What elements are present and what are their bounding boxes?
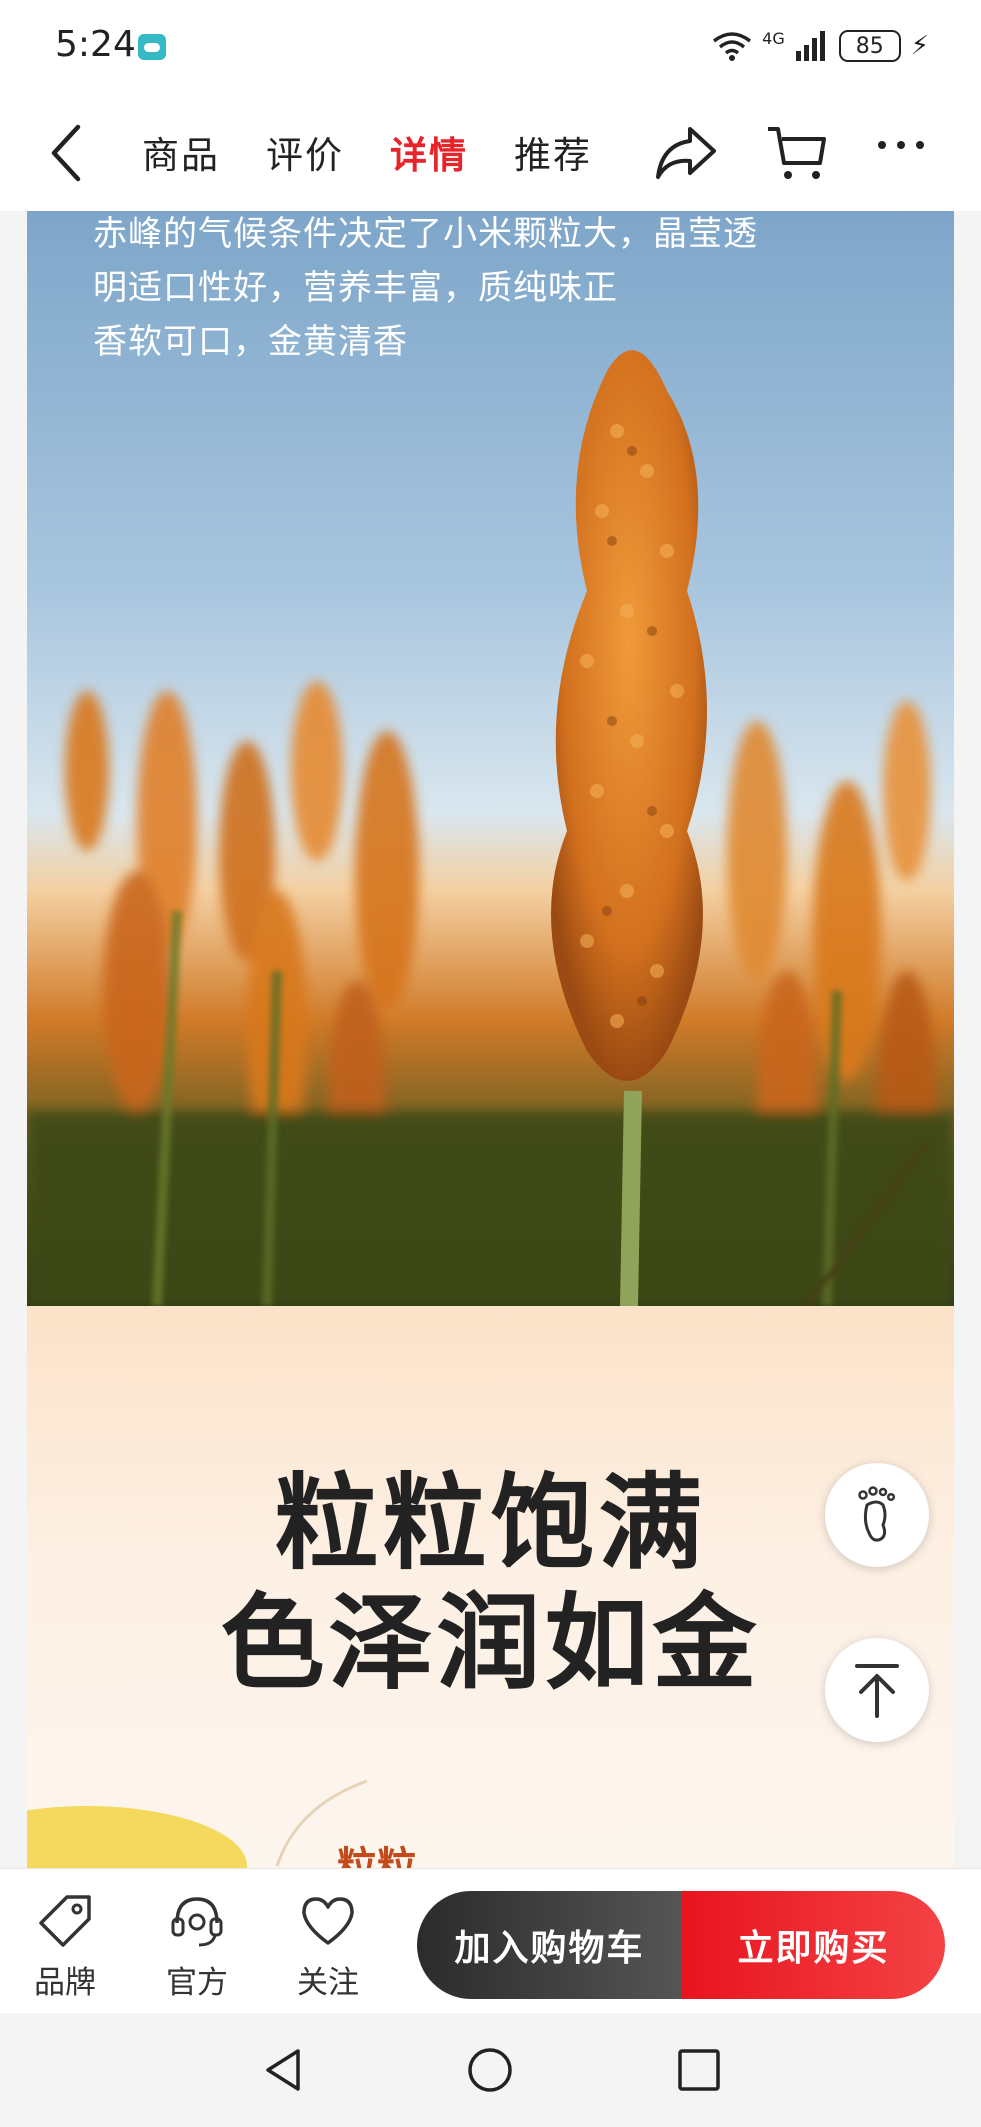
brand-button[interactable]: 品牌 — [20, 1891, 110, 2002]
top-navigation: 商品 评价 详情 推荐 — [0, 95, 981, 211]
buy-now-button[interactable]: 立即购买 — [682, 1891, 945, 1999]
system-recents-icon[interactable] — [674, 2045, 724, 2095]
more-button[interactable] — [876, 135, 926, 159]
product-description: 赤峰的气候条件决定了小米颗粒大，晶莹透 明适口性好，营养丰富，质纯味正 香软可口… — [93, 211, 893, 369]
wifi-icon — [713, 32, 752, 61]
description-line: 赤峰的气候条件决定了小米颗粒大，晶莹透 — [93, 214, 758, 254]
back-button[interactable] — [44, 121, 88, 189]
signal-icon — [795, 31, 825, 61]
heart-icon — [302, 1897, 354, 1945]
slogan-panel: 粒粒饱满 色泽润如金 粒粒 — [27, 1306, 954, 1868]
footprint-button[interactable] — [825, 1463, 929, 1567]
status-bar: 5:24 4G 85 ⚡ — [0, 0, 981, 95]
tab-details[interactable]: 详情 — [390, 125, 468, 179]
tab-recommend[interactable]: 推荐 — [514, 125, 592, 179]
status-icons: 4G 85 ⚡ — [712, 24, 929, 68]
brand-label: 品牌 — [34, 1965, 96, 2001]
cart-button[interactable] — [766, 123, 830, 187]
product-detail-page: 5:24 4G 85 ⚡ 商品 评价 详情 推荐 赤峰的气候条件决定了小米颗粒大… — [0, 0, 981, 2127]
system-back-icon[interactable] — [258, 2045, 308, 2095]
bottom-action-bar: 品牌 官方 关注 加入购物车 立即购买 — [0, 1868, 981, 2013]
more-icon — [878, 141, 924, 149]
back-to-top-icon — [855, 1664, 899, 1718]
tag-icon — [39, 1895, 91, 1947]
follow-button[interactable]: 关注 — [283, 1891, 373, 2002]
grain-decoration — [27, 1779, 368, 1868]
description-line: 明适口性好，营养丰富，质纯味正 — [93, 268, 618, 308]
product-detail-image: 赤峰的气候条件决定了小米颗粒大，晶莹透 明适口性好，营养丰富，质纯味正 香软可口… — [27, 211, 954, 1306]
charging-icon: ⚡ — [910, 31, 929, 61]
back-to-top-button[interactable] — [825, 1638, 929, 1742]
description-line: 香软可口，金黄清香 — [93, 322, 408, 362]
status-time: 5:24 — [55, 24, 136, 65]
footprint-icon — [858, 1486, 896, 1542]
battery-indicator: 85 — [838, 30, 901, 62]
system-home-icon[interactable] — [465, 2045, 515, 2095]
system-navigation-bar — [0, 2013, 981, 2127]
follow-label: 关注 — [297, 1965, 359, 2001]
chevron-left-icon — [51, 124, 81, 182]
tab-product[interactable]: 商品 — [142, 125, 220, 179]
share-button[interactable] — [654, 123, 718, 187]
nav-tabs: 商品 评价 详情 推荐 — [142, 125, 592, 179]
next-section-title: 粒粒 — [337, 1844, 417, 1868]
share-icon — [656, 127, 716, 179]
headset-icon — [171, 1897, 223, 1947]
cart-icon — [768, 127, 826, 179]
weather-app-icon — [138, 34, 166, 60]
tab-reviews[interactable]: 评价 — [266, 125, 344, 179]
official-label: 官方 — [166, 1965, 228, 2001]
millet-field-illustration — [27, 350, 954, 1306]
network-type: 4G — [762, 28, 785, 48]
add-to-cart-button[interactable]: 加入购物车 — [417, 1891, 682, 1999]
official-button[interactable]: 官方 — [152, 1891, 242, 2002]
